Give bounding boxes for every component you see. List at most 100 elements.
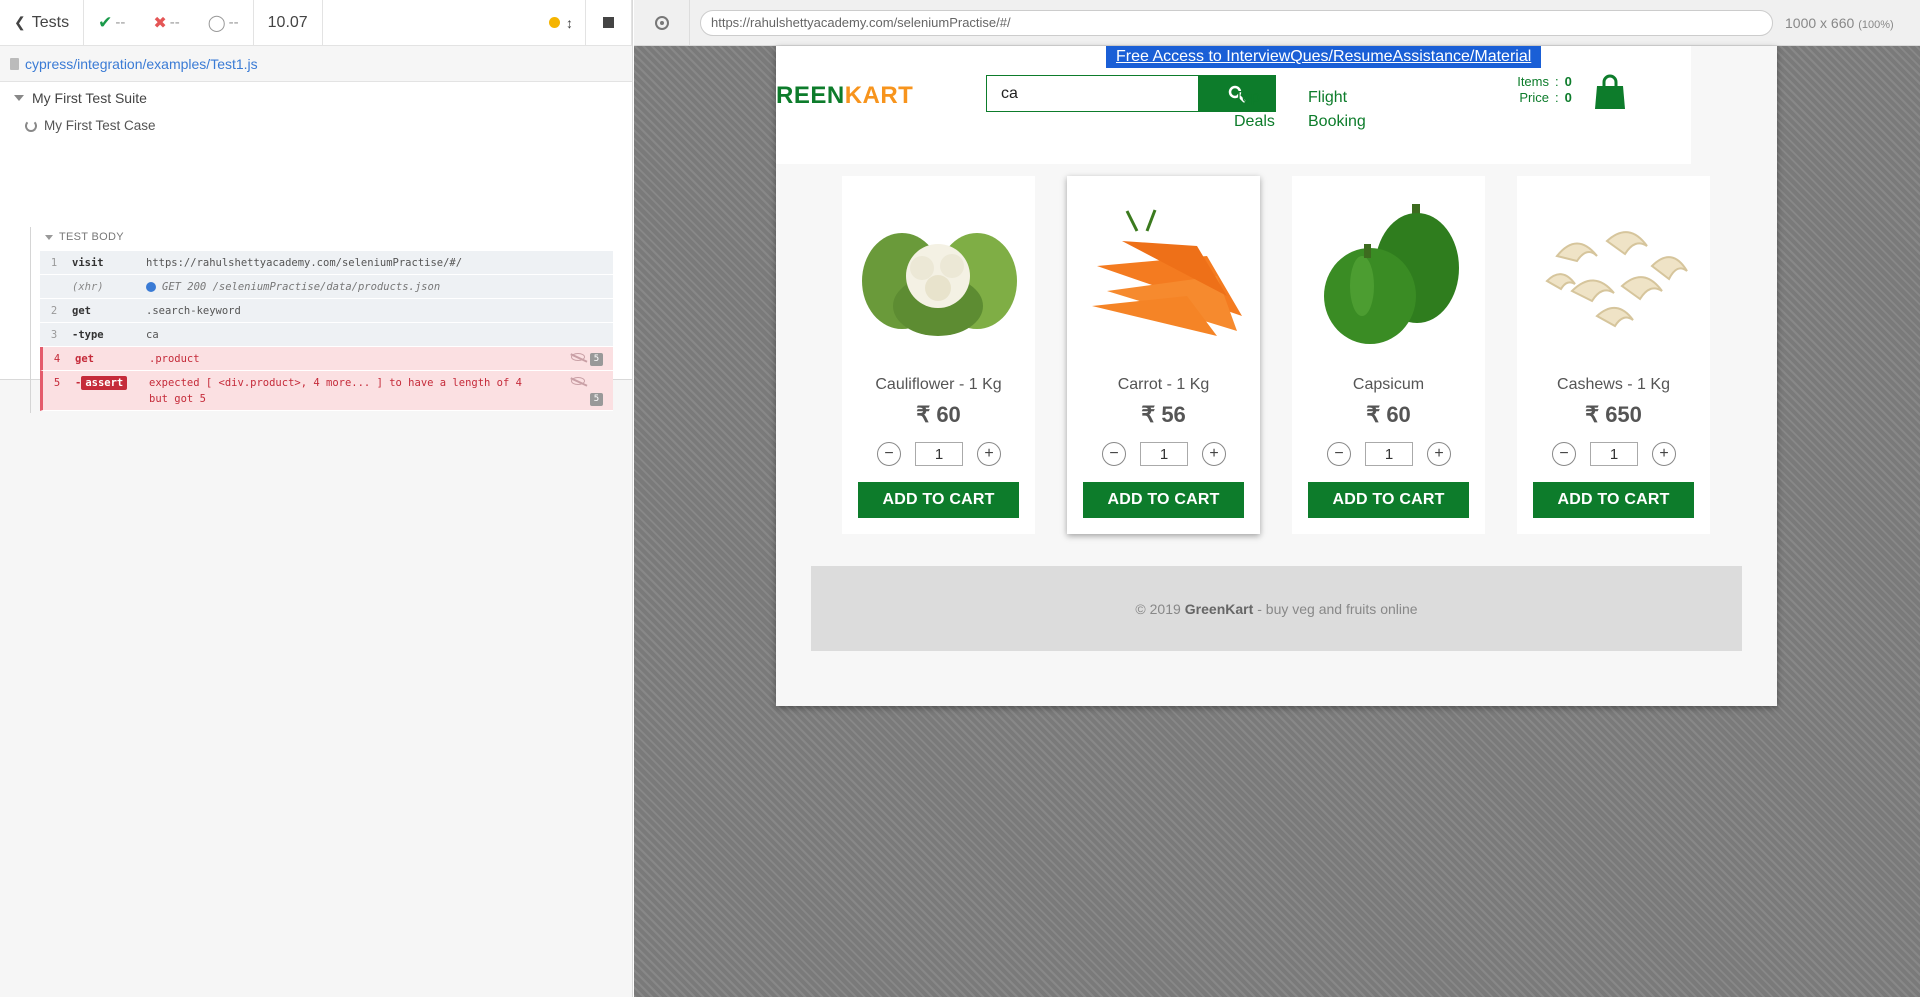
command-message: GET 200 /seleniumPractise/data/products.… <box>162 280 441 293</box>
suite-title: My First Test Suite <box>32 90 147 106</box>
quantity-input[interactable] <box>1590 442 1638 466</box>
running-indicator: ↕ <box>323 0 586 45</box>
viewport-info[interactable]: 1000 x 660 (100%) <box>1785 15 1894 31</box>
increment-button[interactable]: + <box>1202 442 1226 466</box>
cart-info: Items: 0 Price: 0 <box>1511 74 1572 106</box>
add-to-cart-button[interactable]: ADD TO CART <box>1308 482 1469 518</box>
selector-playground-button[interactable] <box>634 0 690 46</box>
failed-count: -- <box>169 14 180 31</box>
command-name: -type <box>72 328 104 341</box>
cart-price-row: Price: 0 <box>1511 90 1572 106</box>
command-message-wrap: expected [ <div.product>, 4 more... ] to… <box>149 377 613 405</box>
product-price: ₹ 650 <box>1585 402 1642 427</box>
quantity-input[interactable] <box>915 442 963 466</box>
tests-label: Tests <box>31 13 70 31</box>
eye-slash-icon <box>571 377 585 385</box>
product-price: ₹ 60 <box>916 402 961 427</box>
decrement-button[interactable]: − <box>1552 442 1576 466</box>
command-row[interactable]: 1 visit https://rahulshettyacademy.com/s… <box>40 251 613 275</box>
command-number: 3 <box>50 328 58 341</box>
product-name: Carrot - 1 Kg <box>1117 376 1210 393</box>
url-bar[interactable] <box>700 9 1773 36</box>
spec-path-link[interactable]: cypress/integration/examples/Test1.js <box>25 56 258 72</box>
greenkart-logo[interactable]: REENKART <box>776 82 913 110</box>
test-body-toggle[interactable]: TEST BODY <box>45 231 124 243</box>
quantity-stepper: − + <box>1327 442 1451 466</box>
quantity-input[interactable] <box>1140 442 1188 466</box>
test-row[interactable]: My First Test Case <box>25 118 156 133</box>
pending-count: -- <box>228 14 239 31</box>
capsicum-image <box>1324 204 1459 344</box>
decrement-button[interactable]: − <box>1102 442 1126 466</box>
command-message: .product <box>149 352 200 365</box>
command-row[interactable]: 2 get .search-keyword <box>40 299 613 323</box>
product-image <box>1517 196 1710 346</box>
aut-header: 1000 x 660 (100%) <box>634 0 1920 46</box>
eye-slash-icon <box>571 353 585 361</box>
command-row-failed[interactable]: 4 get .product 5 <box>40 347 613 371</box>
search-input[interactable] <box>986 75 1198 112</box>
product-card: Cauliflower - 1 Kg ₹ 60 − + ADD TO CART <box>842 176 1035 534</box>
add-to-cart-button[interactable]: ADD TO CART <box>1533 482 1694 518</box>
quantity-input[interactable] <box>1365 442 1413 466</box>
caret-down-icon <box>45 234 53 240</box>
passed-stat: ✔ -- ✖ -- ◯ -- <box>84 0 254 45</box>
cauliflower-image <box>862 233 1017 336</box>
add-to-cart-button[interactable]: ADD TO CART <box>858 482 1019 518</box>
nav-flight-booking[interactable]: Flight Booking <box>1308 86 1366 134</box>
greenkart-page: Free Access to InterviewQues/ResumeAssis… <box>776 46 1777 706</box>
quantity-stepper: − + <box>877 442 1001 466</box>
file-icon <box>10 57 19 70</box>
command-number: 4 <box>53 352 61 365</box>
cashews-image <box>1545 231 1688 328</box>
suite-row[interactable]: My First Test Suite <box>14 90 147 106</box>
reporter-panel: ❮ Tests ✔ -- ✖ -- ◯ -- 10.07 ↕ cypress/i… <box>0 0 633 997</box>
runnables-list: My First Test Suite My First Test Case T… <box>0 82 632 413</box>
command-row-failed-assert[interactable]: 5 - assert expected [ <div.product>, 4 mo… <box>40 371 613 411</box>
product-price: ₹ 60 <box>1366 402 1411 427</box>
command-name-wrap: - assert <box>71 376 149 390</box>
crosshair-icon <box>654 15 669 30</box>
command-guide-line <box>30 227 31 413</box>
decrement-button[interactable]: − <box>877 442 901 466</box>
promo-link[interactable]: Free Access to InterviewQues/ResumeAssis… <box>1106 46 1542 68</box>
decrement-button[interactable]: − <box>1327 442 1351 466</box>
element-count-badge: 5 <box>590 393 603 406</box>
viewport-zoom: (100%) <box>1858 18 1894 31</box>
element-count-badge: 5 <box>590 353 603 366</box>
check-icon: ✔ <box>98 12 113 32</box>
cart-price-value: 0 <box>1564 90 1572 105</box>
quantity-stepper: − + <box>1102 442 1226 466</box>
scroll-toggle-icon[interactable]: ↕ <box>566 15 573 31</box>
nav-top-deals[interactable]: Top Deals <box>1234 86 1275 134</box>
command-name: get <box>72 304 91 317</box>
chevron-left-icon: ❮ <box>14 14 26 30</box>
cart-button[interactable] <box>1594 74 1626 115</box>
cart-items-row: Items: 0 <box>1511 74 1572 90</box>
command-row[interactable]: 3 -type ca <box>40 323 613 347</box>
increment-button[interactable]: + <box>1427 442 1451 466</box>
footer-brand: GreenKart <box>1184 600 1254 617</box>
nav-top-deals-line2: Deals <box>1234 113 1275 130</box>
assert-message-line2: but got 5 <box>149 393 206 405</box>
stop-button[interactable] <box>586 0 632 45</box>
reporter-header: ❮ Tests ✔ -- ✖ -- ◯ -- 10.07 ↕ <box>0 0 632 46</box>
search-form <box>986 75 1276 112</box>
add-to-cart-button[interactable]: ADD TO CART <box>1083 482 1244 518</box>
increment-button[interactable]: + <box>1652 442 1676 466</box>
command-row[interactable]: (xhr) GET 200 /seleniumPractise/data/pro… <box>40 275 613 299</box>
cart-price-label: Price <box>1519 90 1549 105</box>
product-name: Capsicum <box>1352 376 1425 393</box>
logo-green-part: REEN <box>776 82 845 109</box>
logo-orange-part: KART <box>844 82 914 109</box>
increment-button[interactable]: + <box>977 442 1001 466</box>
product-image <box>1292 196 1485 346</box>
nav-flight-booking-line2: Booking <box>1308 113 1366 130</box>
viewport-size: 1000 x 660 <box>1785 14 1855 31</box>
product-name: Cauliflower - 1 Kg <box>875 376 1002 393</box>
tests-button[interactable]: ❮ Tests <box>0 0 85 45</box>
running-spinner-icon <box>25 119 37 132</box>
caret-down-icon <box>14 95 24 101</box>
pending-icon: ◯ <box>207 14 226 32</box>
command-number: 5 <box>53 377 61 389</box>
